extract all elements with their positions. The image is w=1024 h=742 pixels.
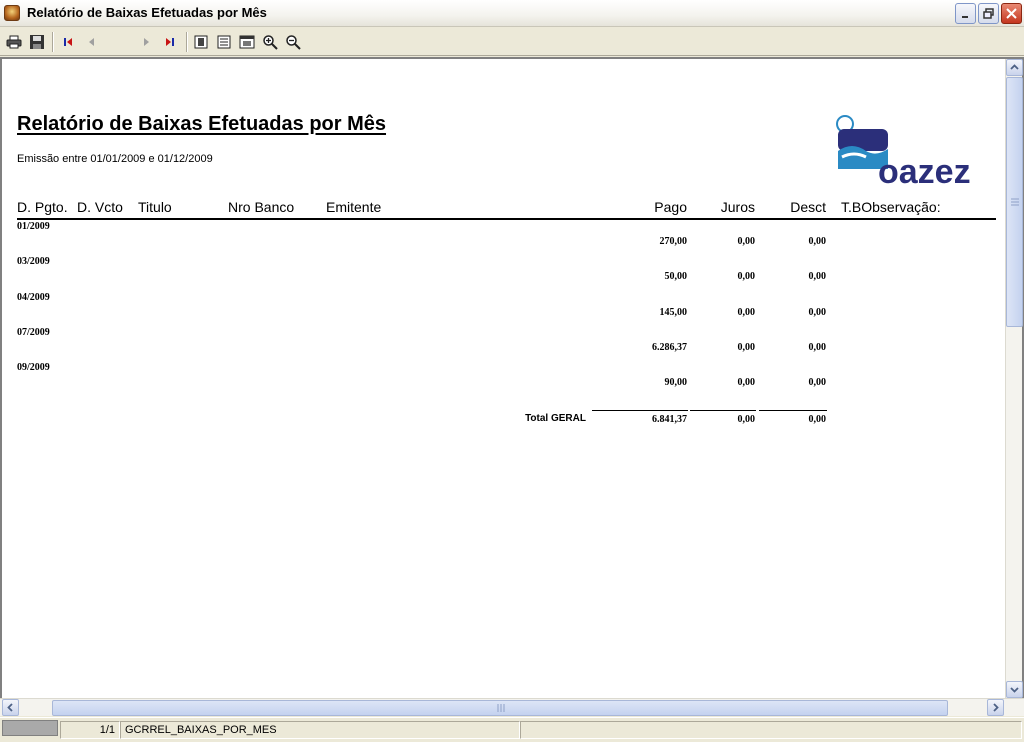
status-report-name: GCRREL_BAIXAS_POR_MES: [120, 721, 520, 739]
window-title: Relatório de Baixas Efetuadas por Mês: [27, 5, 267, 20]
next-page-button[interactable]: [137, 32, 157, 52]
print-button[interactable]: [4, 32, 24, 52]
group-juros: 0,00: [737, 271, 756, 282]
previous-page-button[interactable]: [81, 32, 101, 52]
group-month: 07/2009: [17, 327, 50, 338]
group-pago: 6.286,37: [652, 342, 687, 353]
col-header-juros: Juros: [720, 199, 755, 215]
col-header-d-pgto: D. Pgto.: [17, 199, 68, 215]
group-pago: 90,00: [664, 377, 688, 388]
vertical-scroll-thumb[interactable]: [1006, 77, 1023, 327]
report-page: Relatório de Baixas Efetuadas por Mês Em…: [2, 59, 1005, 698]
progress-bar: [2, 720, 58, 736]
group-pago: 145,00: [659, 307, 688, 318]
scroll-down-button[interactable]: [1006, 681, 1023, 698]
col-header-d-vcto: D. Vcto: [77, 199, 123, 215]
group-juros: 0,00: [737, 236, 756, 247]
actual-size-icon: [239, 35, 255, 49]
toolbar-separator: [52, 32, 54, 52]
chevron-down-icon: [1010, 687, 1019, 693]
horizontal-scrollbar[interactable]: [0, 698, 1024, 716]
col-header-emitente: Emitente: [326, 199, 382, 215]
group-juros: 0,00: [737, 307, 756, 318]
minimize-button[interactable]: [955, 3, 976, 24]
restore-icon: [983, 8, 994, 19]
company-logo: oazez: [836, 115, 971, 187]
status-bar: 1/1 GCRREL_BAIXAS_POR_MES: [0, 717, 1024, 742]
group-juros: 0,00: [737, 377, 756, 388]
scroll-up-button[interactable]: [1006, 59, 1023, 76]
group-month: 04/2009: [17, 292, 50, 303]
total-desct: 0,00: [808, 414, 827, 425]
title-bar: Relatório de Baixas Efetuadas por Mês: [0, 0, 1024, 27]
group-desct: 0,00: [808, 377, 827, 388]
app-icon[interactable]: [4, 5, 20, 21]
group-month: 03/2009: [17, 256, 50, 267]
grip-icon: [1011, 198, 1019, 206]
zoom-out-icon: [286, 35, 301, 50]
total-rule-desct: [759, 410, 827, 411]
col-header-tb-observacao: T.BObservação:: [841, 199, 941, 215]
scroll-right-button[interactable]: [987, 699, 1004, 716]
preview-area[interactable]: Relatório de Baixas Efetuadas por Mês Em…: [0, 57, 1024, 698]
total-juros: 0,00: [737, 414, 756, 425]
grip-icon: [497, 704, 505, 712]
toolbar-separator: [186, 32, 188, 52]
close-icon: [1006, 8, 1017, 19]
horizontal-scroll-thumb[interactable]: [52, 700, 948, 716]
close-button[interactable]: [1001, 3, 1022, 24]
report-title: Relatório de Baixas Efetuadas por Mês: [17, 113, 387, 135]
total-label: Total GERAL: [525, 413, 586, 424]
group-juros: 0,00: [737, 342, 756, 353]
total-pago: 6.841,37: [652, 414, 687, 425]
first-page-icon: [64, 38, 72, 46]
minimize-icon: [961, 15, 968, 18]
chevron-up-icon: [1010, 64, 1019, 70]
group-pago: 270,00: [659, 236, 688, 247]
group-pago: 50,00: [664, 271, 688, 282]
total-rule-juros: [690, 410, 756, 411]
actual-size-button[interactable]: [237, 32, 257, 52]
previous-page-icon: [89, 38, 94, 46]
save-button[interactable]: [27, 32, 47, 52]
group-month: 01/2009: [17, 221, 50, 232]
group-desct: 0,00: [808, 342, 827, 353]
toolbar: [0, 28, 1024, 80]
zoom-in-icon: [263, 35, 278, 50]
floppy-disk-icon: [30, 35, 44, 49]
col-header-desct: Desct: [790, 199, 826, 215]
status-empty-panel: [520, 721, 1022, 739]
group-month: 09/2009: [17, 362, 50, 373]
whole-page-icon: [194, 35, 208, 49]
last-page-button[interactable]: [160, 32, 180, 52]
col-header-pago: Pago: [654, 199, 687, 215]
printer-icon: [6, 35, 22, 49]
header-rule: [17, 218, 996, 220]
zoom-in-button[interactable]: [260, 32, 280, 52]
chevron-left-icon: [7, 703, 13, 712]
total-rule-pago: [592, 410, 688, 411]
vertical-scrollbar[interactable]: [1005, 59, 1023, 698]
group-desct: 0,00: [808, 236, 827, 247]
col-header-nro-banco: Nro Banco: [228, 199, 295, 215]
report-subtitle: Emissão entre 01/01/2009 e 01/12/2009: [17, 153, 213, 165]
scroll-left-button[interactable]: [2, 699, 19, 716]
page-width-icon: [217, 35, 231, 49]
col-header-titulo: Titulo: [138, 199, 172, 215]
chevron-right-icon: [993, 703, 999, 712]
next-page-icon: [144, 38, 149, 46]
whole-page-button[interactable]: [191, 32, 211, 52]
zoom-out-button[interactable]: [283, 32, 303, 52]
last-page-icon: [166, 38, 174, 46]
logo-text: oazez: [878, 153, 971, 187]
restore-button[interactable]: [978, 3, 999, 24]
group-desct: 0,00: [808, 307, 827, 318]
group-desct: 0,00: [808, 271, 827, 282]
status-page-count: 1/1: [60, 721, 120, 739]
first-page-button[interactable]: [58, 32, 78, 52]
page-width-button[interactable]: [214, 32, 234, 52]
